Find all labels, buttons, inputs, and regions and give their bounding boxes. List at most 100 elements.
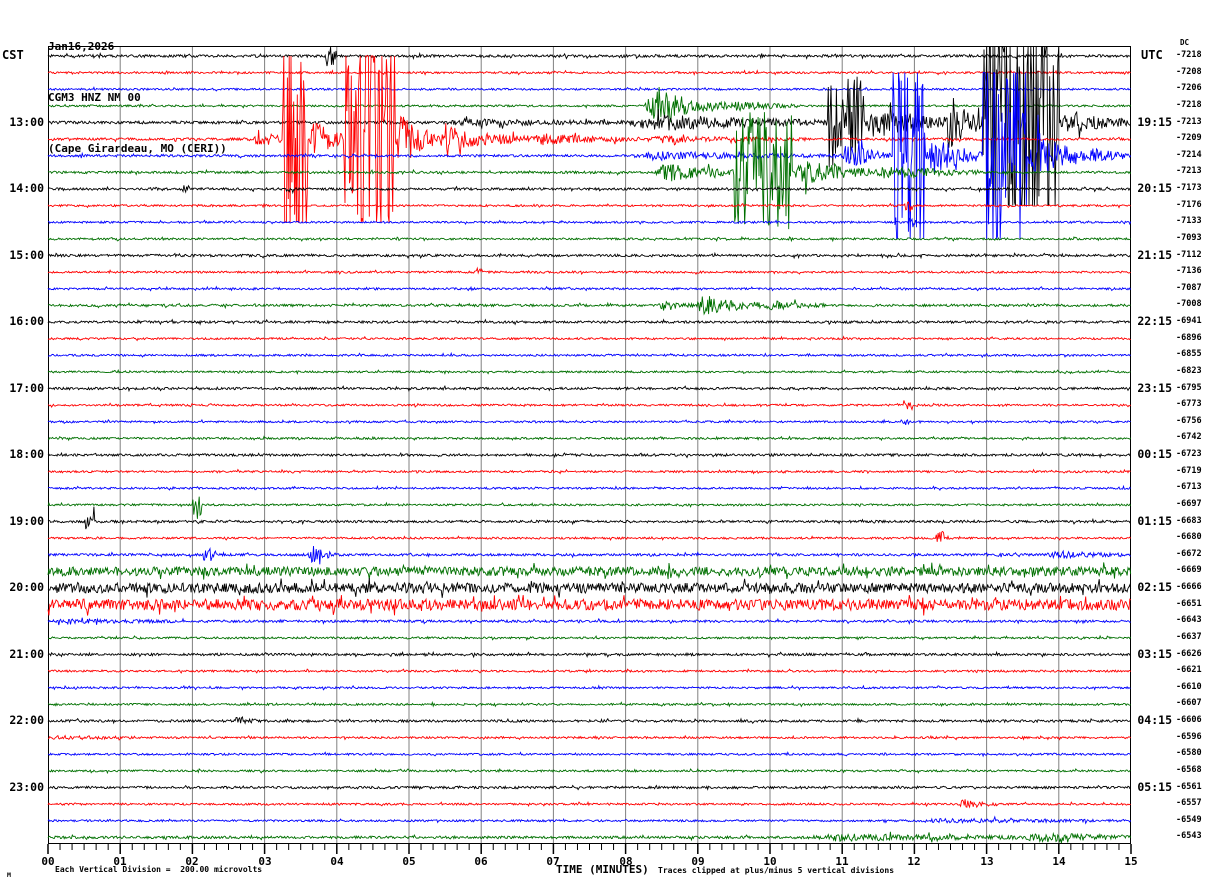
dc-offset-value: -6941 [1176, 316, 1202, 326]
seismic-trace-row-7 [48, 73, 1131, 239]
dc-offset-value: -6621 [1176, 665, 1202, 675]
utc-hour-label: 01:15 [1134, 514, 1172, 528]
dc-offset-value: -6561 [1176, 782, 1202, 792]
seismic-trace-row-17 [48, 320, 1131, 325]
helicorder-page: Jan16,2026 CGM3 HNZ NM 00 (Cape Girardea… [0, 0, 1210, 886]
dc-offset-value: -7008 [1176, 299, 1202, 309]
dc-offset-value: -6669 [1176, 565, 1202, 575]
seismic-trace-row-29 [48, 507, 1131, 529]
dc-offset-value: -6823 [1176, 366, 1202, 376]
x-axis-title: TIME (MINUTES) [556, 863, 649, 876]
plot-border [49, 47, 1131, 844]
cst-hour-label: 17:00 [0, 381, 44, 395]
cst-hour-label: 23:00 [0, 780, 44, 794]
dc-offset-value: -6855 [1176, 349, 1202, 359]
utc-hour-label: 02:15 [1134, 580, 1172, 594]
cst-hour-label: 18:00 [0, 447, 44, 461]
seismic-trace-row-10 [48, 202, 1131, 212]
cst-hour-label: 19:00 [0, 514, 44, 528]
dc-offset-value: -6626 [1176, 649, 1202, 659]
seismic-trace-row-39 [48, 686, 1131, 690]
dc-offset-value: -6680 [1176, 532, 1202, 542]
dc-offset-value: -6723 [1176, 449, 1202, 459]
dc-offset-value: -6672 [1176, 549, 1202, 559]
dc-offset-value: -6719 [1176, 466, 1202, 476]
cst-hour-label: 21:00 [0, 647, 44, 661]
seismic-trace-row-14 [48, 268, 1131, 274]
seismic-trace-row-48 [48, 832, 1131, 843]
seismic-trace-row-32 [48, 562, 1131, 579]
seismic-trace-row-19 [48, 353, 1131, 357]
dc-offset-value: -6596 [1176, 732, 1202, 742]
dc-offset-value: -6651 [1176, 599, 1202, 609]
utc-hour-label: 00:15 [1134, 447, 1172, 461]
seismic-trace-row-37 [48, 652, 1131, 657]
utc-hour-label: 03:15 [1134, 647, 1172, 661]
seismic-trace-row-25 [48, 453, 1131, 458]
seismic-trace-row-44 [48, 769, 1131, 773]
dc-offset-value: -7112 [1176, 250, 1202, 260]
dc-offset-value: -6643 [1176, 615, 1202, 625]
seismic-trace-row-36 [48, 636, 1131, 640]
seismic-trace-row-15 [48, 287, 1131, 291]
dc-offset-value: -7087 [1176, 283, 1202, 293]
seismic-trace-row-23 [48, 420, 1131, 425]
dc-offset-value: -7133 [1176, 216, 1202, 226]
dc-offset-value: -6637 [1176, 632, 1202, 642]
helicorder-plot [0, 0, 1210, 886]
seismic-trace-row-20 [48, 370, 1131, 374]
seismic-trace-row-33 [48, 578, 1131, 598]
dc-offset-value: -7173 [1176, 183, 1202, 193]
seismic-trace-row-21 [48, 386, 1131, 391]
cst-hour-label: 16:00 [0, 314, 44, 328]
dc-offset-value: -7218 [1176, 50, 1202, 60]
dc-offset-value: -6742 [1176, 432, 1202, 442]
utc-hour-label: 22:15 [1134, 314, 1172, 328]
seismic-trace-row-2 [48, 71, 1131, 75]
utc-hour-label: 20:15 [1134, 181, 1172, 195]
seismic-trace-row-40 [48, 702, 1131, 706]
dc-offset-value: -7213 [1176, 117, 1202, 127]
dc-offset-value: -7093 [1176, 233, 1202, 243]
x-tick-label: 13 [977, 855, 997, 868]
seismic-trace-row-18 [48, 337, 1131, 341]
seismic-trace-row-16 [48, 296, 1131, 314]
seismic-trace-row-47 [48, 817, 1131, 823]
seismic-trace-row-45 [48, 786, 1131, 790]
x-tick-label: 04 [327, 855, 347, 868]
utc-hour-label: 05:15 [1134, 780, 1172, 794]
dc-offset-value: -6773 [1176, 399, 1202, 409]
cst-hour-label: 22:00 [0, 713, 44, 727]
seismic-trace-row-43 [48, 752, 1131, 756]
seismic-trace-row-6 [48, 56, 1131, 222]
dc-offset-value: -6580 [1176, 748, 1202, 758]
x-tick-label: 14 [1049, 855, 1069, 868]
utc-hour-label: 21:15 [1134, 248, 1172, 262]
x-tick-label: 12 [904, 855, 924, 868]
seismic-trace-row-24 [48, 437, 1131, 441]
dc-offset-value: -7176 [1176, 200, 1202, 210]
dc-offset-value: -6795 [1176, 383, 1202, 393]
cst-hour-label: 13:00 [0, 115, 44, 129]
utc-hour-label: 23:15 [1134, 381, 1172, 395]
seismic-trace-row-13 [48, 253, 1131, 258]
dc-offset-value: -6549 [1176, 815, 1202, 825]
seismic-trace-row-28 [48, 497, 1131, 519]
seismic-trace-row-9 [48, 185, 1131, 192]
dc-offset-value: -6557 [1176, 798, 1202, 808]
seismic-trace-row-31 [48, 546, 1131, 564]
dc-offset-value: -6896 [1176, 333, 1202, 343]
corner-mark: M [7, 871, 11, 879]
dc-offset-value: -6568 [1176, 765, 1202, 775]
seismic-trace-row-27 [48, 486, 1131, 490]
seismic-trace-row-5 [48, 47, 1131, 206]
dc-offset-value: -6607 [1176, 698, 1202, 708]
dc-offset-value: -6697 [1176, 499, 1202, 509]
x-tick-label: 05 [399, 855, 419, 868]
seismic-trace-row-1 [48, 47, 1131, 66]
dc-offset-value: -7206 [1176, 83, 1202, 93]
dc-offset-value: -7208 [1176, 67, 1202, 77]
seismic-trace-row-41 [48, 717, 1131, 723]
dc-offset-value: -6756 [1176, 416, 1202, 426]
x-tick-label: 15 [1121, 855, 1141, 868]
